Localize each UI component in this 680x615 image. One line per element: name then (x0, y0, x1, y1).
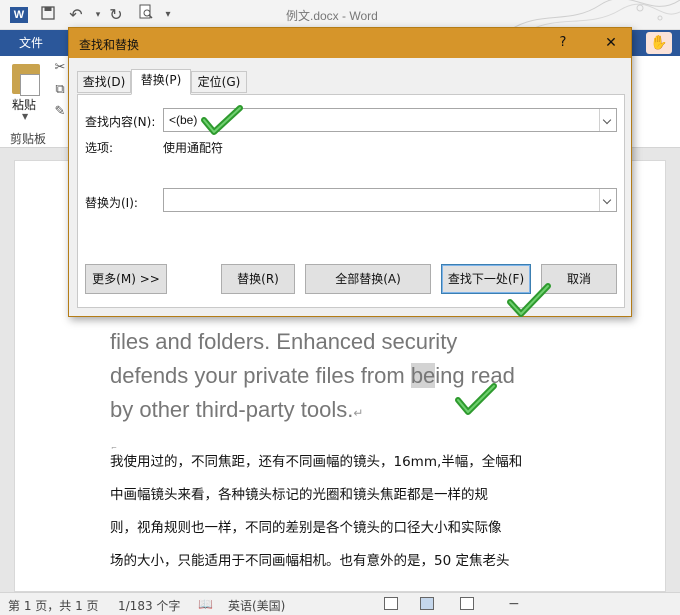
replace-history-dropdown-icon[interactable] (599, 189, 616, 211)
undo-icon[interactable]: ↶ (64, 4, 88, 26)
file-tab[interactable]: 文件 (0, 30, 62, 56)
chinese-line: 则，视角规则也一样，不同的差别是各个镜头的口径大小和实际像 (110, 520, 502, 536)
proofing-icon[interactable]: 📖 (198, 597, 213, 611)
cancel-button[interactable]: 取消 (541, 264, 617, 294)
word-count[interactable]: 1/183 个字 (118, 597, 180, 614)
chinese-line: 场的大小，只能适用于不同画幅相机。也有意外的是，50 定焦老头 (110, 553, 510, 569)
language-indicator[interactable]: 英语(美国) (228, 597, 285, 614)
english-text: defends your private files from (110, 363, 411, 388)
find-replace-dialog: 查找和替换 ? ✕ 查找(D) 替换(P) 定位(G) 查找内容(N): <(b… (68, 27, 632, 317)
print-layout-icon[interactable] (420, 597, 434, 610)
title-decoration-icon (509, 0, 680, 30)
paste-label[interactable]: 粘贴 (12, 96, 36, 113)
find-what-label: 查找内容(N): (85, 115, 156, 129)
checkmark-icon (455, 383, 497, 415)
find-what-value[interactable]: <(be) (169, 113, 197, 127)
dialog-title-bar[interactable]: 查找和替换 ? ✕ (69, 28, 631, 58)
find-history-dropdown-icon[interactable] (599, 109, 616, 131)
save-icon[interactable] (36, 4, 60, 26)
format-painter-icon[interactable]: ✎ (52, 104, 68, 120)
cut-icon[interactable]: ✂ (52, 60, 68, 76)
clipboard-group-label: 剪贴板 (10, 132, 47, 146)
window-title: 例文.docx - Word (286, 9, 378, 23)
title-bar: W ↶ ▾ ↻ ▾ 例文.docx - Word (0, 0, 680, 30)
paste-dropdown-icon[interactable]: ▼ (22, 112, 28, 121)
tab-replace[interactable]: 替换(P) (131, 69, 191, 95)
more-button[interactable]: 更多(M) >> (85, 264, 167, 294)
read-mode-icon[interactable] (384, 597, 398, 610)
close-button[interactable]: ✕ (601, 33, 621, 53)
paragraph-mark: ↵ (353, 406, 364, 420)
chinese-line: 中画幅镜头来看，各种镜头标记的光圈和镜头焦距都是一样的规 (110, 487, 488, 503)
help-button[interactable]: ? (555, 33, 571, 53)
tab-goto[interactable]: 定位(G) (191, 71, 247, 93)
web-layout-icon[interactable] (460, 597, 474, 610)
status-bar: 第 1 页，共 1 页 1/183 个字 📖 英语(美国) − (0, 592, 680, 615)
english-text: files and folders. Enhanced security (110, 329, 458, 354)
dialog-title: 查找和替换 (79, 38, 140, 52)
replace-button[interactable]: 替换(R) (221, 264, 295, 294)
checkmark-icon (507, 283, 551, 317)
print-preview-icon[interactable] (134, 4, 158, 26)
redo-icon[interactable]: ↻ (104, 4, 128, 26)
word-app-icon[interactable]: W (10, 7, 28, 23)
paste-icon[interactable] (12, 64, 40, 96)
english-line-1: files and folders. Enhanced security (110, 329, 457, 355)
customize-toolbar-icon[interactable]: ▾ (156, 4, 180, 26)
zoom-out-icon[interactable]: − (508, 596, 520, 612)
options-label: 选项: (85, 141, 114, 155)
found-highlight: be (410, 363, 436, 388)
replace-all-button[interactable]: 全部替换(A) (305, 264, 431, 294)
copy-icon[interactable]: ⧉ (52, 82, 68, 98)
checkmark-icon (201, 105, 243, 135)
english-line-3: by other third-party tools.↵ (110, 397, 363, 423)
chinese-line: 我使用过的，不同焦距，还有不同画幅的镜头，16mm,半幅，全幅和 (110, 454, 523, 470)
options-value: 使用通配符 (163, 141, 224, 155)
tab-find[interactable]: 查找(D) (77, 71, 131, 93)
page-count[interactable]: 第 1 页，共 1 页 (8, 597, 99, 614)
vertical-scrollbar[interactable] (666, 148, 680, 592)
replace-with-combobox[interactable] (163, 188, 617, 212)
handshake-icon[interactable]: ✋ (646, 32, 672, 54)
english-text: by other third-party tools. (110, 397, 354, 422)
replace-with-label: 替换为(I): (85, 196, 138, 210)
